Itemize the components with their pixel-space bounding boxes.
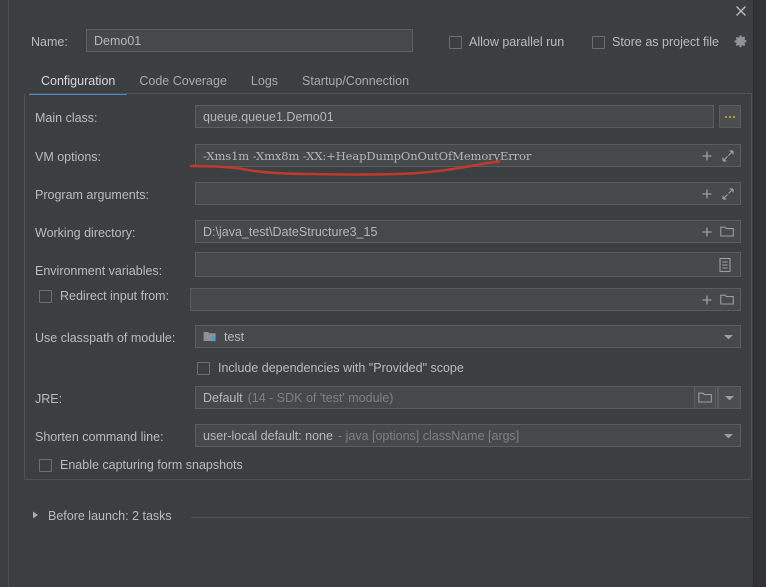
use-classpath-of-module-select[interactable]: test (195, 325, 741, 348)
shorten-command-line-chevron-down-icon[interactable] (718, 424, 738, 447)
before-launch-label: Before launch: 2 tasks (48, 509, 172, 523)
program-arguments-label: Program arguments: (35, 188, 149, 202)
allow-parallel-run-checkbox-box[interactable] (449, 35, 462, 49)
redirect-input-checkbox-box[interactable] (39, 289, 52, 303)
use-classpath-of-module-label: Use classpath of module: (35, 331, 176, 345)
jre-value: Default (203, 390, 243, 405)
jre-browse-button[interactable] (694, 386, 716, 409)
before-launch-divider (191, 517, 750, 518)
name-input[interactable] (86, 29, 413, 52)
working-directory-label: Working directory: (35, 226, 136, 240)
main-class-label: Main class: (35, 111, 98, 125)
working-directory-browse-button[interactable] (717, 220, 737, 243)
jre-select[interactable]: Default (14 - SDK of 'test' module) (195, 386, 718, 409)
vm-options-label: VM options: (35, 150, 102, 164)
shorten-command-line-value: user-local default: none (203, 428, 333, 443)
redirect-input-label: Redirect input from: (60, 289, 170, 303)
shorten-command-line-select[interactable]: user-local default: none - java [options… (195, 424, 741, 447)
shorten-command-line-label: Shorten command line: (35, 430, 164, 444)
include-provided-scope-label: Include dependencies with "Provided" sco… (218, 361, 464, 375)
use-classpath-of-module-chevron-down-icon[interactable] (718, 325, 738, 348)
redirect-input-field[interactable] (190, 288, 741, 311)
name-label: Name: (31, 35, 68, 49)
allow-parallel-run-checkbox[interactable]: Allow parallel run (449, 35, 564, 49)
enable-form-snapshots-label: Enable capturing form snapshots (60, 458, 243, 472)
run-configuration-dialog: Name: Allow parallel run Store as projec… (0, 0, 766, 587)
tab-code-coverage[interactable]: Code Coverage (127, 74, 239, 94)
enable-form-snapshots-checkbox-box[interactable] (39, 458, 52, 472)
shorten-command-line-hint: - java [options] className [args] (337, 428, 520, 443)
environment-variables-browse-button[interactable] (715, 252, 735, 277)
before-launch-row[interactable]: Before launch: 2 tasks (31, 509, 172, 523)
environment-variables-label: Environment variables: (35, 264, 163, 278)
redirect-input-checkbox[interactable]: Redirect input from: (39, 289, 169, 303)
store-as-project-file-label: Store as project file (612, 35, 719, 49)
store-as-project-file-checkbox[interactable]: Store as project file (592, 35, 719, 49)
tab-configuration[interactable]: Configuration (29, 74, 128, 95)
left-divider (8, 0, 9, 587)
environment-variables-input[interactable] (195, 252, 741, 277)
vm-options-add-button[interactable] (697, 144, 717, 167)
main-class-input[interactable]: queue.queue1.Demo01 (195, 105, 714, 128)
tab-bar[interactable]: Configuration Code Coverage Logs Startup… (29, 68, 421, 95)
tab-logs[interactable]: Logs (239, 74, 290, 94)
jre-chevron-down-icon[interactable] (718, 386, 741, 409)
use-classpath-of-module-value: test (224, 329, 245, 344)
program-arguments-input[interactable] (195, 182, 741, 205)
allow-parallel-run-label: Allow parallel run (469, 35, 565, 49)
program-arguments-expand-button[interactable] (718, 182, 738, 205)
right-gutter (753, 0, 766, 587)
store-as-project-file-checkbox-box[interactable] (592, 35, 605, 49)
program-arguments-add-button[interactable] (697, 182, 717, 205)
vm-options-expand-button[interactable] (718, 144, 738, 167)
vm-options-input[interactable]: -Xms1m -Xmx8m -XX:+HeapDumpOnOutOfMemory… (195, 144, 741, 167)
jre-label: JRE: (35, 392, 63, 406)
gear-icon[interactable] (733, 34, 748, 49)
module-folder-icon (203, 330, 218, 344)
close-icon[interactable] (730, 0, 752, 22)
redirect-input-browse-button[interactable] (717, 288, 737, 311)
working-directory-add-button[interactable] (697, 220, 717, 243)
tab-startup-connection[interactable]: Startup/Connection (290, 74, 421, 94)
redirect-input-add-button[interactable] (697, 288, 717, 311)
include-provided-scope-checkbox-box[interactable] (197, 361, 210, 375)
enable-form-snapshots-checkbox[interactable]: Enable capturing form snapshots (39, 458, 243, 472)
working-directory-input[interactable]: D:\java_test\DateStructure3_15 (195, 220, 741, 243)
jre-hint: (14 - SDK of 'test' module) (247, 390, 394, 405)
include-provided-scope-checkbox[interactable]: Include dependencies with "Provided" sco… (197, 361, 464, 375)
triangle-right-icon[interactable] (31, 509, 40, 523)
main-class-browse-button[interactable] (719, 105, 741, 128)
